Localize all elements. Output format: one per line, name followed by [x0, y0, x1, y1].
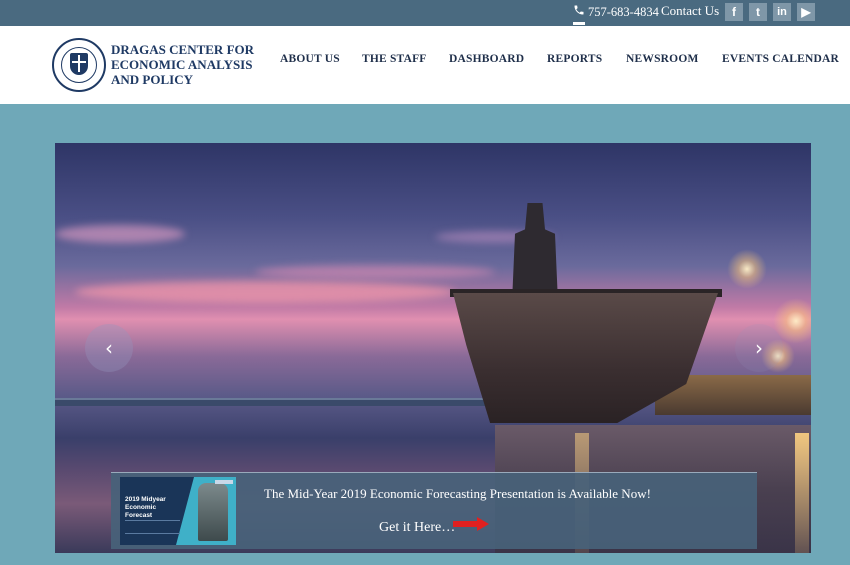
seal-cross [78, 55, 80, 72]
hero-slider-image: ‹ › 2019 Midyear Economic Forecast The M… [55, 143, 811, 553]
slider-next-button[interactable]: › [735, 324, 783, 372]
linkedin-icon[interactable]: in [773, 3, 791, 21]
forecast-thumbnail[interactable]: 2019 Midyear Economic Forecast [120, 477, 236, 545]
top-utility-bar: 757-683-4834 Contact Us f t in ▶ [0, 0, 850, 26]
cloud [255, 265, 495, 279]
nav-events-calendar[interactable]: EVENTS CALENDAR [722, 53, 839, 65]
thumbnail-title: 2019 Midyear Economic Forecast [125, 496, 166, 519]
logo-line-3: AND POLICY [111, 72, 193, 87]
nav-the-staff[interactable]: THE STAFF [362, 53, 427, 65]
thumbnail-details [125, 520, 180, 534]
site-logo-text[interactable]: DRAGAS CENTER FOR ECONOMIC ANALYSIS AND … [111, 42, 254, 87]
cloud [55, 225, 185, 243]
facebook-icon[interactable]: f [725, 3, 743, 21]
youtube-icon[interactable]: ▶ [797, 3, 815, 21]
nav-dashboard[interactable]: DASHBOARD [449, 53, 524, 65]
phone-number-text: 757-683-4834 [588, 4, 659, 19]
logo-line-2: ECONOMIC ANALYSIS [111, 57, 253, 72]
statue-image [198, 483, 228, 541]
nav-about-us[interactable]: ABOUT US [280, 53, 340, 65]
nav-newsroom[interactable]: NEWSROOM [626, 53, 699, 65]
phone-number[interactable]: 757-683-4834 [573, 4, 659, 20]
logo-line-1: DRAGAS CENTER FOR [111, 42, 255, 57]
chevron-left-icon: ‹ [105, 336, 113, 360]
red-arrow-icon[interactable] [453, 517, 489, 531]
phone-icon [573, 4, 585, 20]
cloud [75, 281, 455, 303]
banner-headline: The Mid-Year 2019 Economic Forecasting P… [264, 486, 651, 501]
seal-cross-bar [72, 61, 86, 63]
university-seal-logo[interactable] [52, 38, 106, 92]
light-reflection [795, 433, 809, 553]
twitter-icon[interactable]: t [749, 3, 767, 21]
announcement-banner: 2019 Midyear Economic Forecast The Mid-Y… [111, 472, 757, 549]
phone-active-indicator [573, 22, 585, 25]
nav-reports[interactable]: REPORTS [547, 53, 602, 65]
get-it-here-link[interactable]: Get it Here… [379, 520, 455, 536]
chevron-right-icon: › [755, 336, 763, 360]
dock-light-glow [727, 249, 767, 289]
water-horizon [55, 400, 515, 406]
thumbnail-logo [215, 480, 233, 484]
site-header: DRAGAS CENTER FOR ECONOMIC ANALYSIS AND … [0, 26, 850, 104]
contact-us-link[interactable]: Contact Us [661, 3, 719, 19]
ship-island-tower [512, 203, 558, 291]
slider-prev-button[interactable]: ‹ [85, 324, 133, 372]
